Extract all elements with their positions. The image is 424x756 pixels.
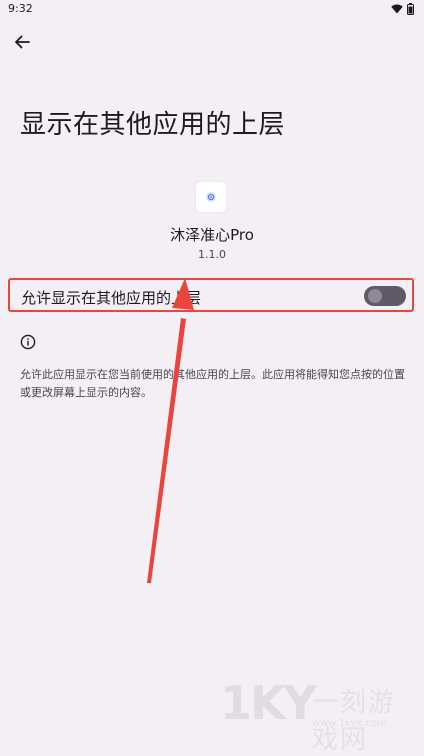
app-name: 沐泽准心Pro: [170, 226, 254, 244]
watermark-url: www.1kyx.com: [312, 718, 387, 729]
status-bar: 9:32: [0, 0, 424, 22]
info-icon: [20, 334, 36, 350]
app-crosshair-icon: [206, 192, 216, 202]
switch-thumb: [368, 289, 382, 303]
app-icon: [196, 182, 226, 212]
permission-toggle-row[interactable]: 允许显示在其他应用的上层: [8, 278, 414, 312]
arrow-left-icon: [15, 35, 30, 49]
app-version: 1.1.0: [198, 248, 226, 261]
status-time: 9:32: [8, 2, 33, 15]
wifi-icon: [391, 4, 403, 14]
watermark-logo: 1KY: [220, 676, 317, 730]
back-button[interactable]: [8, 28, 36, 56]
page-title: 显示在其他应用的上层: [20, 110, 286, 140]
permission-description: 允许此应用显示在您当前使用的其他应用的上层。此应用将能得知您点按的位置或更改屏幕…: [20, 368, 405, 399]
permission-toggle-label: 允许显示在其他应用的上层: [21, 289, 202, 307]
status-icons: [391, 3, 414, 15]
battery-icon: [407, 3, 414, 15]
watermark: 1KY 一刻游戏网 www.1kyx.com: [220, 676, 420, 755]
permission-switch[interactable]: [364, 286, 406, 306]
